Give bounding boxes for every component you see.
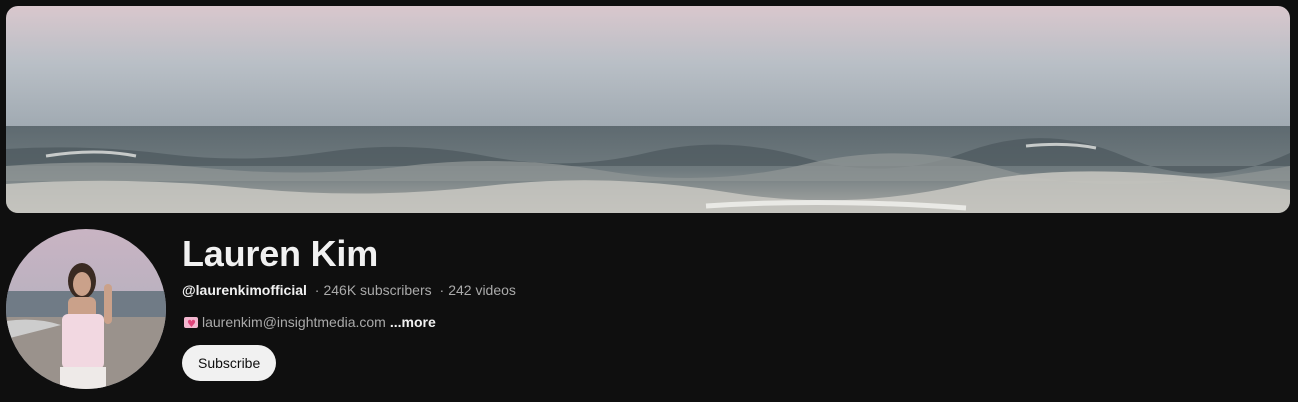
meta-separator: · (314, 282, 320, 298)
meta-separator: · (439, 282, 445, 298)
heart-letter-icon (184, 314, 198, 336)
channel-handle[interactable]: @laurenkimofficial (182, 282, 307, 298)
subscribe-button[interactable]: Subscribe (182, 345, 277, 381)
more-link[interactable]: ...more (390, 311, 436, 333)
channel-info: Lauren Kim @laurenkimofficial · 246K subs… (182, 229, 1282, 381)
channel-description[interactable]: laurenkim@insightmedia.com ...more (182, 311, 1282, 336)
channel-name: Lauren Kim (182, 233, 379, 274)
channel-avatar[interactable] (6, 229, 166, 389)
description-text: laurenkim@insightmedia.com (202, 314, 386, 330)
subscriber-count: 246K subscribers (323, 282, 432, 298)
channel-banner (6, 6, 1290, 213)
video-count: 242 videos (448, 282, 516, 298)
channel-header: Lauren Kim @laurenkimofficial · 246K subs… (0, 0, 1298, 402)
channel-meta: @laurenkimofficial · 246K subscribers · 24… (182, 279, 1282, 301)
